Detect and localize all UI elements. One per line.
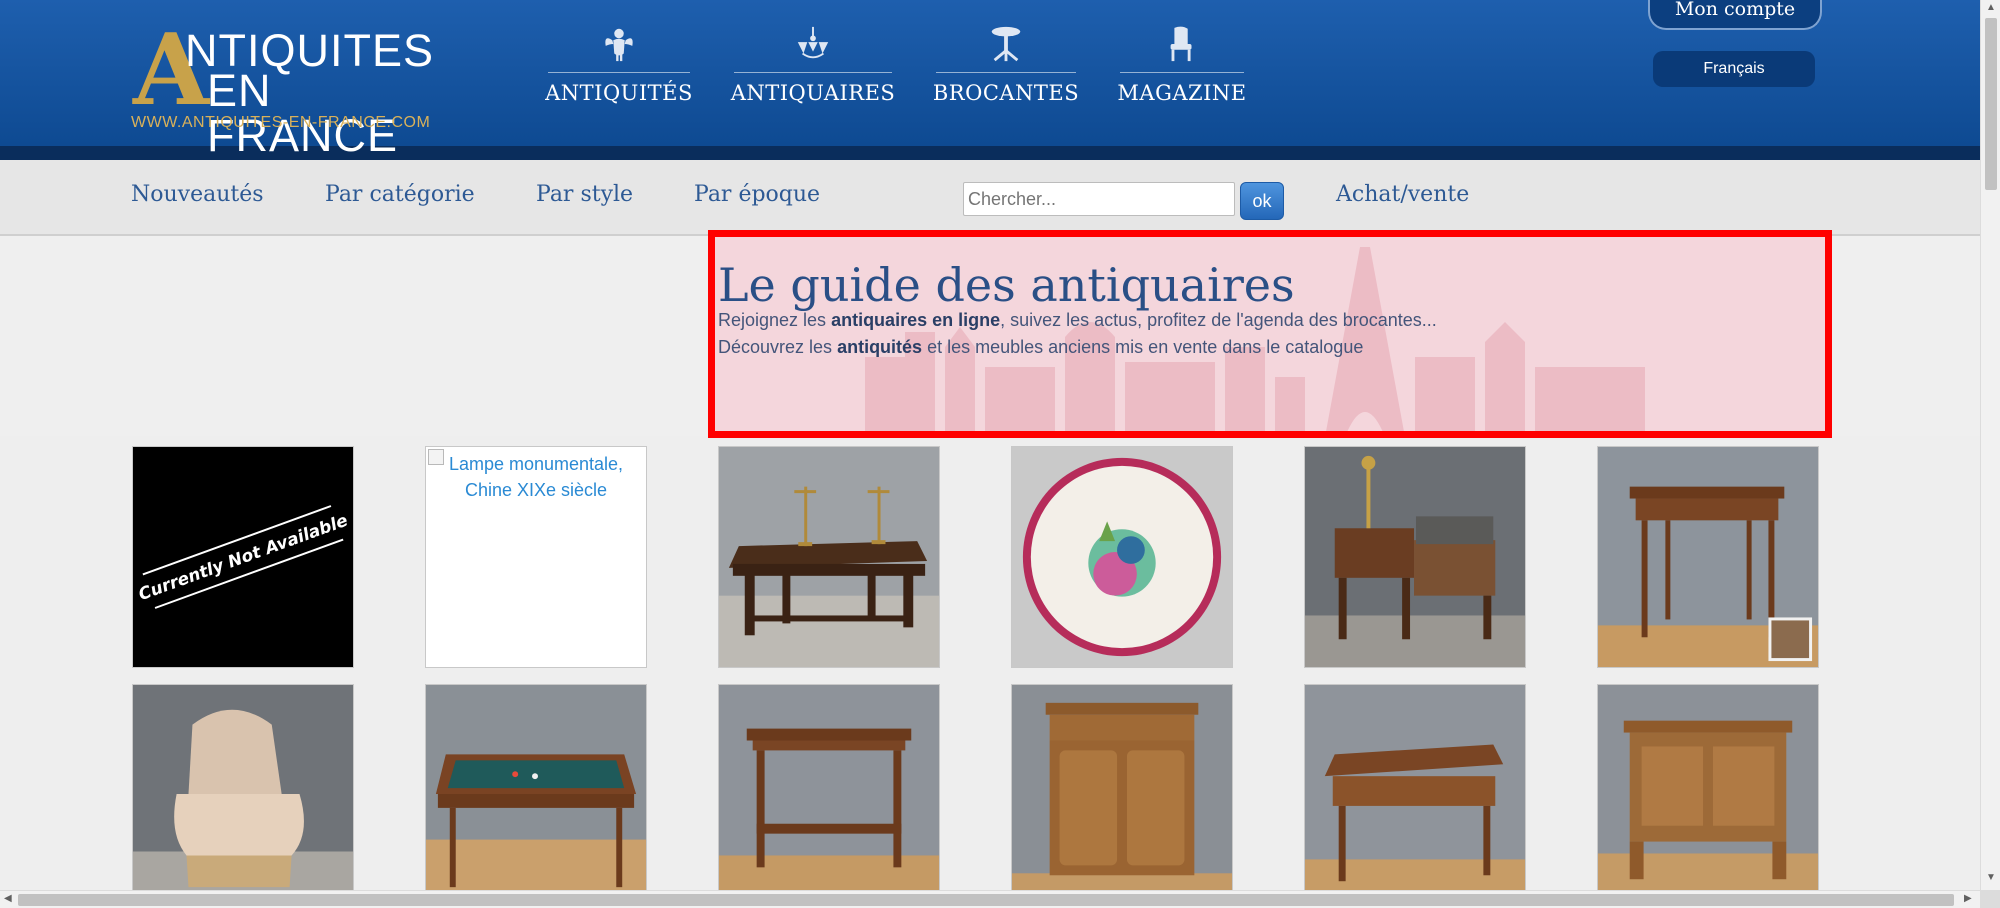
chest-coffer-photo xyxy=(1598,685,1818,905)
main-nav-label: ANTIQUAIRES xyxy=(730,81,896,105)
scroll-right-arrow-icon[interactable]: ▶ xyxy=(1964,893,1972,904)
chandelier-icon xyxy=(793,22,833,66)
product-tile-refectory-table[interactable] xyxy=(718,446,940,668)
product-tile-bergere-armchair[interactable] xyxy=(132,684,354,906)
hero-intro-line-2: Découvrez les antiquités et les meubles … xyxy=(718,337,1364,357)
product-tile-lampe-monumentale[interactable]: Lampe monumentale, Chine XIXe siècle xyxy=(425,446,647,668)
main-nav-antiquites[interactable]: ANTIQUITÉS xyxy=(545,22,693,112)
telephone-desk-photo xyxy=(1305,447,1525,667)
account-button[interactable]: Mon compte xyxy=(1648,0,1822,30)
subnav-achat-vente[interactable]: Achat/vente xyxy=(1336,182,1469,207)
not-available-image: Currently Not Available xyxy=(133,447,353,667)
site-logo[interactable]: A NTIQUITES EN FRANCE WWW.ANTIQUITES-EN-… xyxy=(131,22,441,159)
main-nav-brocantes[interactable]: BROCANTES xyxy=(932,22,1080,112)
logo-url: WWW.ANTIQUITES-EN-FRANCE.COM xyxy=(131,114,431,131)
horizontal-scrollbar[interactable]: ◀ ▶ xyxy=(0,890,1980,908)
side-table-photo xyxy=(1598,447,1818,667)
cherub-icon xyxy=(599,22,639,66)
broken-image-alt-text[interactable]: Lampe monumentale, Chine XIXe siècle xyxy=(426,447,646,507)
nav-divider xyxy=(734,72,892,73)
hero-title: Le guide des antiquaires xyxy=(718,258,1295,312)
nav-divider xyxy=(1120,72,1244,73)
subnav-par-epoque[interactable]: Par époque xyxy=(694,182,820,207)
product-tile-not-available[interactable]: Currently Not Available xyxy=(132,446,354,668)
main-nav: ANTIQUITÉS ANTIQUAIRES BROCANTES MAGAZIN… xyxy=(545,22,1247,112)
product-tile-telephone-desk[interactable] xyxy=(1304,446,1526,668)
product-tile-buffet-cabinet[interactable] xyxy=(1011,684,1233,906)
writing-table-photo xyxy=(1305,685,1525,905)
site-header: A NTIQUITES EN FRANCE WWW.ANTIQUITES-EN-… xyxy=(0,0,1980,160)
antiquites-link[interactable]: antiquités xyxy=(837,337,922,357)
gueridon-table-icon xyxy=(986,22,1026,66)
nav-divider xyxy=(936,72,1076,73)
nav-divider xyxy=(548,72,690,73)
product-tile-chest-coffer[interactable] xyxy=(1597,684,1819,906)
main-nav-label: BROCANTES xyxy=(932,81,1080,105)
product-tile-serving-console[interactable] xyxy=(718,684,940,906)
main-nav-antiquaires[interactable]: ANTIQUAIRES xyxy=(731,22,895,112)
antiquaires-en-ligne-link[interactable]: antiquaires en ligne xyxy=(831,310,1000,330)
product-tile-side-table[interactable] xyxy=(1597,446,1819,668)
bergere-armchair-photo xyxy=(133,685,353,905)
scroll-down-arrow-icon[interactable]: ▼ xyxy=(1986,872,1996,883)
product-tile-billiard-table[interactable] xyxy=(425,684,647,906)
subnav-par-style[interactable]: Par style xyxy=(536,182,633,207)
refectory-table-photo xyxy=(719,447,939,667)
subnav-par-categorie[interactable]: Par catégorie xyxy=(325,182,475,207)
hero-intro-line-1: Rejoignez les antiquaires en ligne, suiv… xyxy=(718,310,1437,330)
logo-line-en-france: EN FRANCE xyxy=(207,65,399,161)
scroll-left-arrow-icon[interactable]: ◀ xyxy=(4,893,12,904)
search-submit-button[interactable]: ok xyxy=(1240,182,1284,220)
scroll-up-arrow-icon[interactable]: ▲ xyxy=(1986,2,1996,13)
scrollbar-corner xyxy=(1980,890,2000,908)
product-tile-faience-plate[interactable] xyxy=(1011,446,1233,668)
vertical-scrollbar[interactable]: ▲ ▼ xyxy=(1980,0,2000,890)
main-nav-label: MAGAZINE xyxy=(1117,81,1247,105)
horizontal-scroll-thumb[interactable] xyxy=(18,894,1954,906)
main-nav-magazine[interactable]: MAGAZINE xyxy=(1117,22,1247,112)
faience-plate-photo xyxy=(1012,447,1232,667)
armchair-icon xyxy=(1162,22,1202,66)
vertical-scroll-thumb[interactable] xyxy=(1985,18,1997,190)
subnav-nouveautes[interactable]: Nouveautés xyxy=(131,182,264,207)
buffet-cabinet-photo xyxy=(1012,685,1232,905)
billiard-table-photo xyxy=(426,685,646,905)
product-tile-writing-table[interactable] xyxy=(1304,684,1526,906)
main-nav-label: ANTIQUITÉS xyxy=(545,81,693,105)
language-selector[interactable]: Français xyxy=(1653,51,1815,87)
search-input[interactable] xyxy=(963,182,1235,216)
serving-console-photo xyxy=(719,685,939,905)
